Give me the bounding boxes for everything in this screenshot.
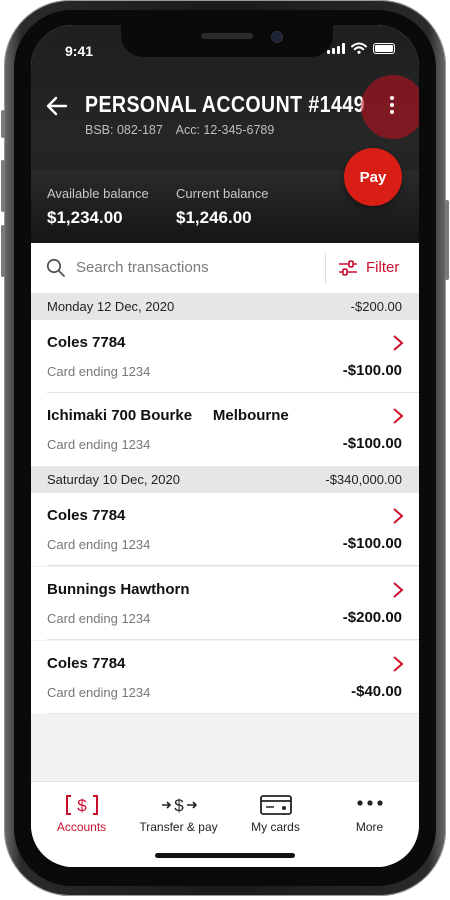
card-icon: [259, 795, 292, 815]
account-details: BSB: 082-187 Acc: 12-345-6789: [85, 123, 284, 137]
row-divider: [47, 713, 419, 714]
signal-icon: [327, 42, 345, 54]
current-balance-value: $1,246.00: [176, 208, 252, 227]
date-header: Monday 12 Dec, 2020 -$200.00: [31, 293, 419, 320]
tab-label: Accounts: [56, 820, 107, 834]
accounts-icon: $: [65, 795, 98, 815]
tab-accounts[interactable]: $ Accounts: [33, 782, 130, 842]
row-divider: [47, 565, 419, 566]
bsb-number: BSB: 082-187: [85, 123, 163, 137]
card-info: Card ending 1234: [47, 685, 151, 700]
notch: [121, 25, 333, 57]
transaction-row[interactable]: Coles 7784 Card ending 1234 -$40.00: [31, 641, 419, 714]
account-number: Acc: 12-345-6789: [175, 123, 275, 137]
status-icons: [327, 42, 395, 54]
available-balance-value: $1,234.00: [47, 208, 123, 227]
transaction-row[interactable]: Coles 7784 Card ending 1234 -$100.00: [31, 320, 419, 393]
merchant-name: Coles 7784: [47, 655, 126, 672]
home-indicator[interactable]: [155, 853, 295, 858]
search-input[interactable]: Search transactions: [76, 259, 209, 276]
date-total: -$200.00: [350, 299, 402, 314]
mute-switch: [1, 110, 5, 138]
transaction-amount: -$100.00: [342, 435, 402, 452]
transfer-icon: $: [161, 796, 197, 815]
row-divider: [47, 639, 419, 640]
transaction-row[interactable]: Coles 7784 Card ending 1234 -$100.00: [31, 493, 419, 566]
speaker: [201, 33, 253, 39]
account-title: PERSONAL ACCOUNT #1449: [85, 91, 365, 117]
battery-icon: [373, 42, 395, 54]
transaction-amount: -$100.00: [342, 362, 402, 379]
chevron-right-icon: [393, 582, 404, 598]
search-bar: Search transactions Filter: [31, 243, 419, 293]
chevron-right-icon: [393, 408, 404, 424]
account-header: 9:41 PERSONAL ACCOUNT #1449 BSB: 082-187…: [31, 25, 419, 243]
search-divider: [325, 253, 326, 284]
card-info: Card ending 1234: [47, 364, 151, 379]
merchant-name: Coles 7784: [47, 507, 126, 524]
wifi-icon: [351, 42, 367, 54]
tab-more[interactable]: More: [321, 782, 418, 842]
svg-text:$: $: [77, 796, 87, 815]
search-icon[interactable]: [46, 258, 66, 278]
transaction-row[interactable]: Bunnings Hawthorn Card ending 1234 -$200…: [31, 567, 419, 640]
card-info: Card ending 1234: [47, 611, 151, 626]
svg-text:$: $: [174, 796, 184, 815]
date-label: Saturday 10 Dec, 2020: [47, 472, 180, 487]
chevron-right-icon: [393, 335, 404, 351]
app-screen: 9:41 PERSONAL ACCOUNT #1449 BSB: 082-187…: [31, 25, 419, 867]
front-camera: [271, 31, 283, 43]
vertical-dots-icon[interactable]: [390, 96, 396, 117]
date-label: Monday 12 Dec, 2020: [47, 299, 175, 314]
merchant-name: Coles 7784: [47, 334, 126, 351]
tab-label: Transfer & pay: [139, 820, 218, 834]
pay-button[interactable]: Pay: [344, 148, 402, 206]
power-button: [445, 200, 449, 280]
back-arrow-icon[interactable]: [45, 95, 69, 117]
chevron-right-icon: [393, 508, 404, 524]
volume-up-button: [1, 160, 5, 212]
transaction-row[interactable]: Ichimaki 700 Bourke Melbourne Card endin…: [31, 393, 419, 466]
filter-button[interactable]: Filter: [366, 259, 399, 276]
tab-label: My cards: [251, 820, 300, 834]
transaction-amount: -$40.00: [351, 683, 402, 700]
available-balance-label: Available balance: [47, 186, 149, 201]
date-total: -$340,000.00: [325, 472, 402, 487]
status-time: 9:41: [65, 43, 94, 59]
current-balance-label: Current balance: [176, 186, 269, 201]
transaction-amount: -$200.00: [342, 609, 402, 626]
filter-sliders-icon[interactable]: [338, 260, 358, 276]
date-header: Saturday 10 Dec, 2020 -$340,000.00: [31, 466, 419, 493]
more-icon: [356, 800, 383, 806]
chevron-right-icon: [393, 656, 404, 672]
volume-down-button: [1, 225, 5, 277]
tab-my-cards[interactable]: My cards: [227, 782, 324, 842]
card-info: Card ending 1234: [47, 537, 151, 552]
tab-label: More: [355, 820, 384, 834]
tab-transfer-pay[interactable]: $ Transfer & pay: [130, 782, 227, 842]
merchant-name: Bunnings Hawthorn: [47, 581, 190, 598]
card-info: Card ending 1234: [47, 437, 151, 452]
merchant-name: Ichimaki 700 Bourke Melbourne: [47, 407, 289, 424]
transaction-amount: -$100.00: [342, 535, 402, 552]
